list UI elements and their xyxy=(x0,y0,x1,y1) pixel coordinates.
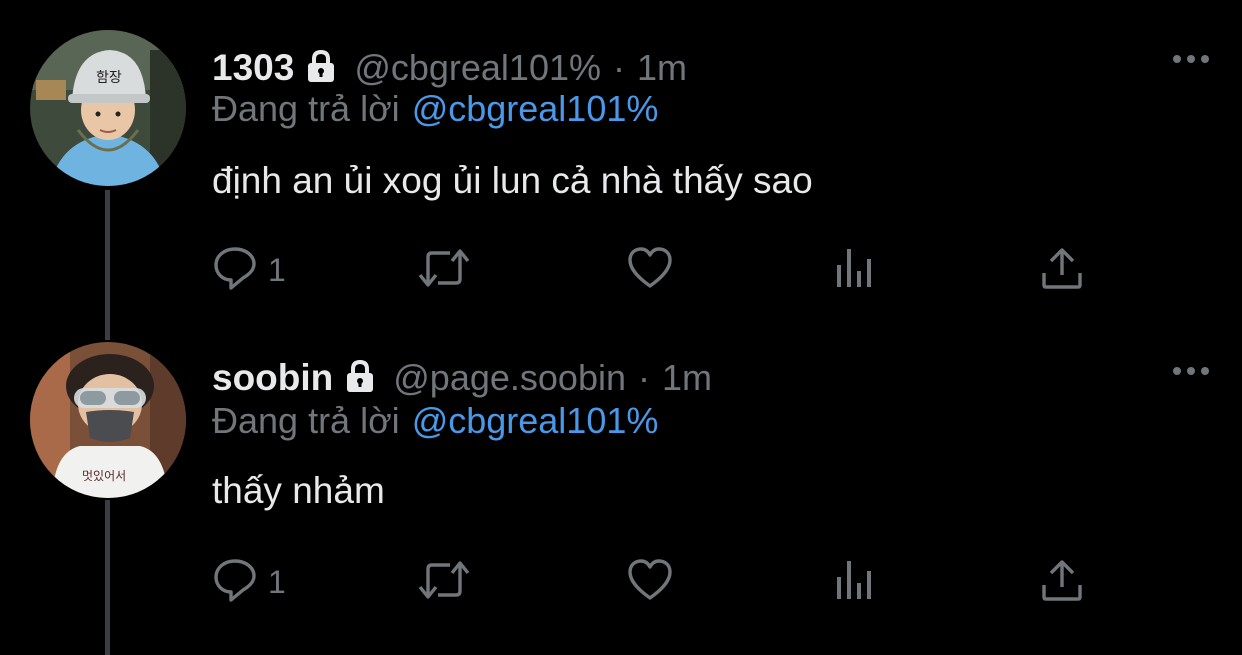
reply-prefix: Đang trả lời xyxy=(212,88,400,129)
retweet-button[interactable] xyxy=(416,557,472,608)
reply-count: 1 xyxy=(268,564,286,600)
separator-dot: · xyxy=(637,357,650,398)
tweet-header: 1303 @cbgreal101% · 1m xyxy=(212,44,687,92)
analytics-icon xyxy=(834,245,878,296)
reply-button[interactable]: 1 xyxy=(212,245,286,296)
lock-icon xyxy=(304,49,338,88)
timestamp[interactable]: 1m xyxy=(637,47,687,89)
helmet-label: 함장 xyxy=(96,70,122,86)
share-icon xyxy=(1040,557,1084,608)
lock-icon xyxy=(343,359,377,398)
retweet-button[interactable] xyxy=(416,245,472,296)
retweet-icon xyxy=(416,557,472,608)
share-button[interactable] xyxy=(1040,557,1084,608)
like-button[interactable] xyxy=(626,557,674,608)
reply-count: 1 xyxy=(268,252,286,288)
separator-dot: · xyxy=(613,47,626,88)
avatar-1303[interactable]: 함장 xyxy=(30,30,186,186)
display-name[interactable]: 1303 xyxy=(212,47,294,89)
tweet-actions: 1 xyxy=(212,557,1092,607)
avatar-soobin[interactable]: 멋있어서 xyxy=(30,342,186,498)
more-dots-icon[interactable] xyxy=(1172,364,1210,382)
reply-icon xyxy=(212,245,258,296)
user-handle[interactable]: @page.soobin xyxy=(393,357,626,399)
reply-prefix: Đang trả lời xyxy=(212,400,400,441)
tweet-text: thấy nhảm xyxy=(212,470,385,511)
like-button[interactable] xyxy=(626,245,674,296)
thread-line-2 xyxy=(105,500,110,655)
more-dots-icon[interactable] xyxy=(1172,52,1210,70)
user-handle[interactable]: @cbgreal101% xyxy=(354,47,601,89)
share-button[interactable] xyxy=(1040,245,1084,296)
display-name[interactable]: soobin xyxy=(212,357,333,399)
reply-icon xyxy=(212,557,258,608)
heart-icon xyxy=(626,557,674,608)
replying-to: Đang trả lời @cbgreal101% xyxy=(212,88,658,130)
reply-button[interactable]: 1 xyxy=(212,557,286,608)
reply-to-handle[interactable]: @cbgreal101% xyxy=(412,88,659,129)
analytics-icon xyxy=(834,557,878,608)
reply-to-handle[interactable]: @cbgreal101% xyxy=(412,400,659,441)
analytics-button[interactable] xyxy=(834,245,878,296)
tweet-text: định an ủi xog ủi lun cả nhà thấy sao xyxy=(212,160,813,201)
timestamp[interactable]: 1m xyxy=(662,357,712,399)
tweet-actions: 1 xyxy=(212,245,1092,295)
replying-to: Đang trả lời @cbgreal101% xyxy=(212,400,658,442)
heart-icon xyxy=(626,245,674,296)
thread-line-1 xyxy=(105,190,110,340)
retweet-icon xyxy=(416,245,472,296)
shirt-label: 멋있어서 xyxy=(82,469,126,483)
analytics-button[interactable] xyxy=(834,557,878,608)
tweet-header: soobin @page.soobin · 1m xyxy=(212,354,712,402)
share-icon xyxy=(1040,245,1084,296)
